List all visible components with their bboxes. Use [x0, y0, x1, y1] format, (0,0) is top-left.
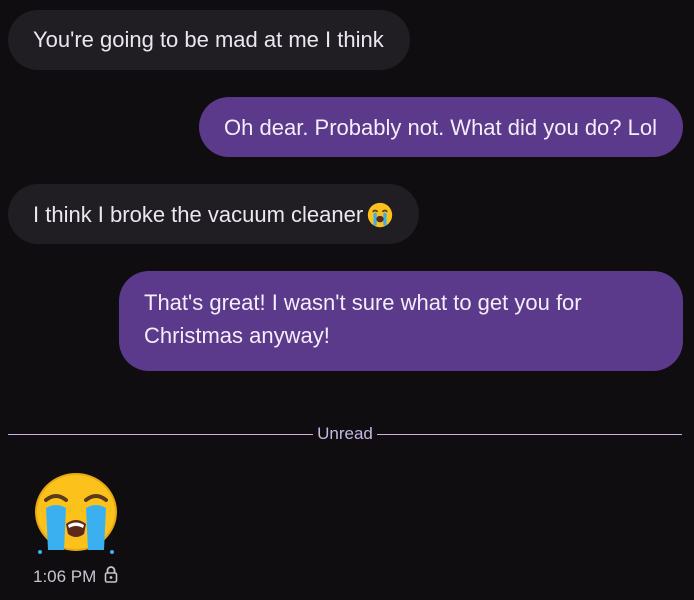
message-timestamp: 1:06 PM: [33, 566, 118, 588]
unread-divider: Unread: [8, 423, 683, 445]
timestamp-text: 1:06 PM: [33, 567, 97, 586]
divider-line: [8, 433, 314, 435]
message-text: That's great! I wasn't sure what to get …: [144, 290, 582, 348]
outgoing-message-bubble[interactable]: That's great! I wasn't sure what to get …: [119, 271, 683, 371]
incoming-message-bubble[interactable]: You're going to be mad at me I think: [8, 10, 410, 70]
divider-line: [376, 433, 683, 435]
message-thread: You're going to be mad at me I think Oh …: [0, 0, 694, 600]
lock-icon: [104, 566, 118, 588]
loudly-crying-face-icon[interactable]: [30, 472, 122, 558]
message-text: I think I broke the vacuum cleaner: [33, 202, 364, 227]
incoming-message-bubble[interactable]: I think I broke the vacuum cleaner: [8, 184, 420, 244]
message-text: You're going to be mad at me I think: [33, 27, 384, 52]
message-text: Oh dear. Probably not. What did you do? …: [224, 115, 657, 140]
outgoing-message-bubble[interactable]: Oh dear. Probably not. What did you do? …: [199, 97, 683, 157]
unread-label: Unread: [317, 424, 373, 443]
loudly-crying-face-icon: [367, 202, 393, 237]
